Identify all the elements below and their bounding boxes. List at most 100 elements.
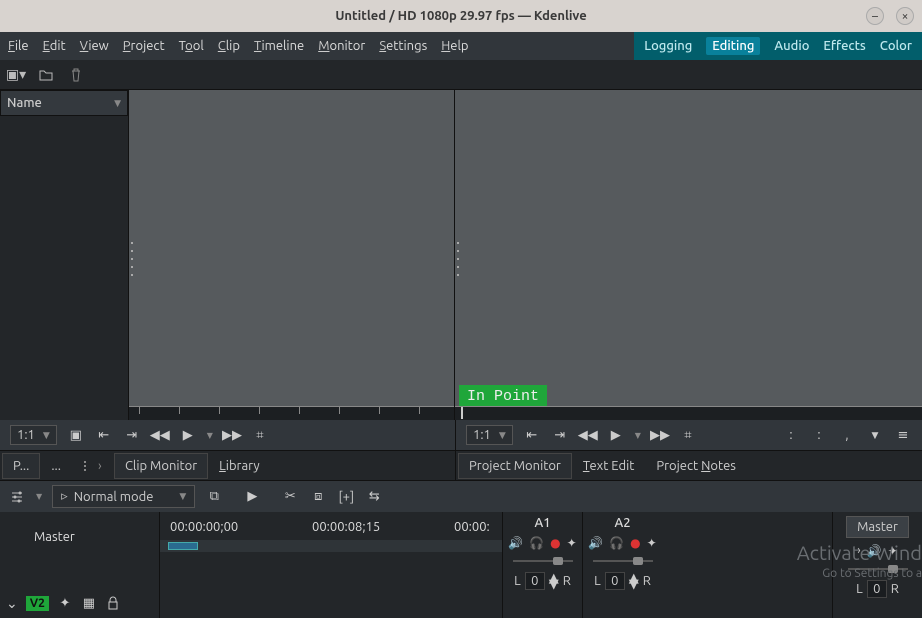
settings-icon[interactable]	[8, 488, 26, 506]
forward-icon[interactable]: ▶▶	[651, 426, 669, 444]
l-label: L	[514, 574, 521, 588]
composite-icon[interactable]: ⧉	[205, 488, 223, 506]
headphones-icon[interactable]: 🎧	[609, 536, 624, 550]
add-clip-icon[interactable]: ▣▾	[8, 67, 24, 83]
tab-project-monitor[interactable]: Project Monitor	[458, 453, 572, 479]
window-title: Untitled / HD 1080p 29.97 fps — Kdenlive	[335, 9, 586, 23]
record-icon[interactable]: ●	[630, 536, 640, 550]
track-filmstrip-icon[interactable]: ▦	[81, 595, 97, 611]
bin-header[interactable]: Name ▼	[0, 90, 128, 116]
fx-icon[interactable]: ✦	[888, 544, 898, 558]
menu-timeline[interactable]: Timeline	[254, 39, 304, 53]
mode-editing[interactable]: Editing	[706, 37, 760, 55]
lock-icon[interactable]	[105, 595, 121, 611]
tab-p[interactable]: P...	[2, 453, 40, 479]
outpoint-icon[interactable]: ⇥	[551, 426, 569, 444]
balance-slider[interactable]	[513, 556, 573, 566]
balance-value[interactable]: 0	[525, 572, 545, 590]
timeline-ruler[interactable]	[160, 540, 502, 552]
menu-icon[interactable]: ≡	[894, 426, 912, 444]
bin-list[interactable]	[0, 116, 128, 420]
tab-more[interactable]: ...	[40, 453, 72, 479]
stepper-icon[interactable]: ▲▼	[549, 575, 559, 587]
project-monitor-ruler[interactable]	[455, 406, 922, 420]
crop-icon[interactable]: ⌗	[679, 426, 697, 444]
right-tabs: Project Monitor Text Edit Project Notes	[456, 450, 922, 480]
menu-file[interactable]: File	[8, 39, 29, 53]
stepper-icon[interactable]: ▲▼	[629, 575, 639, 587]
sort-icon[interactable]: ▼	[114, 98, 121, 109]
tab-text-edit[interactable]: Text Edit	[572, 453, 646, 479]
chevron-right-icon[interactable]: ›	[857, 544, 860, 558]
insert-icon[interactable]: [+]	[337, 488, 355, 506]
forward-icon[interactable]: ▶▶	[223, 426, 241, 444]
tc-sep: ,	[838, 426, 856, 444]
tab-library[interactable]: Library	[208, 453, 270, 479]
folder-icon[interactable]	[38, 67, 54, 83]
mode-color[interactable]: Color	[880, 39, 912, 53]
play-icon[interactable]: ▶	[243, 488, 261, 506]
inpoint-icon[interactable]: ⇤	[95, 426, 113, 444]
balance-value[interactable]: 0	[867, 580, 887, 598]
chevron-down-icon[interactable]: ▼	[866, 426, 884, 444]
inpoint-icon[interactable]: ⇤	[523, 426, 541, 444]
balance-slider[interactable]	[593, 556, 653, 566]
zone-bar[interactable]	[168, 542, 198, 550]
effects-icon[interactable]: ✦	[57, 595, 73, 611]
fx-icon[interactable]: ✦	[647, 536, 657, 550]
menu-project[interactable]: Project	[123, 39, 165, 53]
menu-help[interactable]: Help	[441, 39, 468, 53]
delete-icon[interactable]	[68, 67, 84, 83]
menu-settings[interactable]: Settings	[379, 39, 427, 53]
menu-view[interactable]: View	[80, 39, 109, 53]
cut-icon[interactable]: ✂	[281, 488, 299, 506]
balance-slider[interactable]	[848, 564, 908, 574]
close-button[interactable]: ×	[896, 7, 914, 25]
menu-clip[interactable]: Clip	[218, 39, 240, 53]
zoom-select[interactable]: 1:1▼	[10, 425, 57, 445]
mode-effects[interactable]: Effects	[823, 39, 865, 53]
project-bin: Name ▼	[0, 90, 128, 420]
panel-drag-icon[interactable]	[129, 239, 135, 279]
grip-icon[interactable]	[76, 461, 94, 471]
edit-mode-select[interactable]: ▹ Normal mode ▼	[52, 485, 195, 508]
timeline-tracks[interactable]: 00:00:00;00 00:00:08;15 00:00:	[160, 512, 502, 618]
master-label[interactable]: Master	[0, 512, 159, 544]
speaker-icon[interactable]: 🔊	[508, 536, 523, 550]
tab-clip-monitor[interactable]: Clip Monitor	[114, 453, 208, 479]
chevron-right-icon[interactable]: ›	[98, 459, 108, 473]
tab-project-notes[interactable]: Project Notes	[645, 453, 747, 479]
track-header-v2[interactable]: ⌄ V2 ✦ ▦	[0, 588, 159, 618]
project-monitor-view[interactable]: In Point	[454, 90, 922, 420]
speaker-icon[interactable]: 🔊	[588, 536, 603, 550]
balance-value[interactable]: 0	[605, 572, 625, 590]
menu-monitor[interactable]: Monitor	[318, 39, 365, 53]
minimize-button[interactable]: –	[866, 7, 884, 25]
zoom-select[interactable]: 1:1▼	[466, 425, 513, 445]
chevron-down-icon[interactable]: ⌄	[6, 595, 18, 612]
headphones-icon[interactable]: 🎧	[529, 536, 544, 550]
speaker-icon[interactable]: 🔊	[867, 544, 882, 558]
mode-audio[interactable]: Audio	[774, 39, 809, 53]
link-icon[interactable]: ⧈	[309, 488, 327, 506]
bin-header-label: Name	[7, 96, 42, 110]
rewind-icon[interactable]: ◀◀	[579, 426, 597, 444]
mode-logging[interactable]: Logging	[644, 39, 692, 53]
timeline-toolbar: ▼ ▹ Normal mode ▼ ⧉ ▶ ✂ ⧈ [+] ⇆	[0, 480, 922, 512]
record-icon[interactable]: ●	[550, 536, 560, 550]
fx-icon[interactable]: ✦	[567, 536, 577, 550]
panel-drag-icon[interactable]	[455, 239, 461, 279]
overwrite-icon[interactable]: ⇆	[365, 488, 383, 506]
rewind-icon[interactable]: ◀◀	[151, 426, 169, 444]
track-tag[interactable]: V2	[26, 596, 49, 611]
menu-tool[interactable]: Tool	[179, 39, 204, 53]
deinterlace-icon[interactable]: ▣	[67, 426, 85, 444]
clip-monitor-ruler[interactable]	[129, 406, 454, 420]
play-icon[interactable]: ▶	[607, 426, 625, 444]
crop-icon[interactable]: ⌗	[251, 426, 269, 444]
track-headers: Master ⌄ V2 ✦ ▦	[0, 512, 160, 618]
menu-edit[interactable]: Edit	[43, 39, 66, 53]
clip-monitor-view[interactable]	[128, 90, 454, 420]
play-icon[interactable]: ▶	[179, 426, 197, 444]
outpoint-icon[interactable]: ⇥	[123, 426, 141, 444]
